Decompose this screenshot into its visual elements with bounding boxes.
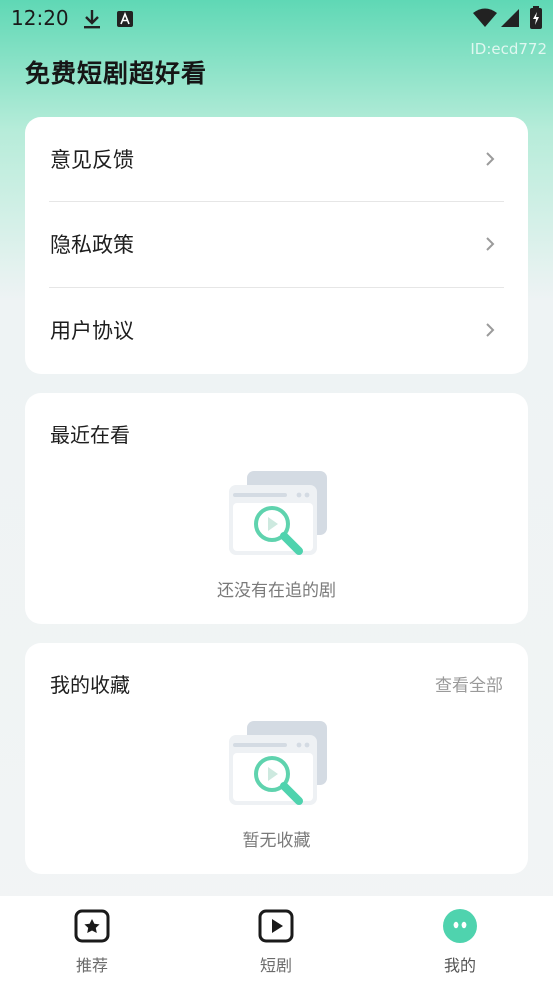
favorites-card: 我的收藏 查看全部 暂无收藏 xyxy=(25,643,528,874)
tab-label: 推荐 xyxy=(75,956,108,975)
tab-label: 我的 xyxy=(443,956,476,975)
page-title: 免费短剧超好看 xyxy=(25,59,208,88)
tab-short-drama[interactable]: 短剧 xyxy=(184,896,368,984)
empty-state-text: 还没有在追的剧 xyxy=(217,581,336,601)
chevron-right-icon xyxy=(486,152,495,166)
menu-item-label: 隐私政策 xyxy=(50,233,134,257)
star-tv-icon xyxy=(74,909,110,943)
section-title: 我的收藏 xyxy=(50,673,130,697)
menu-item-feedback[interactable]: 意见反馈 xyxy=(25,117,528,202)
watermark-id: ID:ecd772 xyxy=(470,40,547,58)
chevron-right-icon xyxy=(486,237,495,251)
chevron-right-icon xyxy=(486,323,495,337)
status-time: 12:20 xyxy=(11,6,69,30)
bottom-tab-bar: 推荐 短剧 我的 xyxy=(0,896,553,984)
recent-watching-card: 最近在看 还没有在追的剧 xyxy=(25,393,528,624)
face-icon xyxy=(443,909,477,943)
settings-menu-card: 意见反馈 隐私政策 用户协议 xyxy=(25,117,528,374)
menu-item-label: 意见反馈 xyxy=(50,148,134,172)
tab-label: 短剧 xyxy=(259,956,292,975)
menu-item-user-agreement[interactable]: 用户协议 xyxy=(25,288,528,373)
section-title: 最近在看 xyxy=(50,423,130,447)
signal-icon xyxy=(501,9,519,27)
tab-recommend[interactable]: 推荐 xyxy=(0,896,184,984)
play-icon xyxy=(258,909,294,943)
app-notification-icon xyxy=(117,11,133,27)
view-all-link[interactable]: 查看全部 xyxy=(435,671,503,696)
menu-item-label: 用户协议 xyxy=(50,319,134,343)
battery-charging-icon xyxy=(530,6,542,29)
empty-search-video-icon xyxy=(229,471,327,555)
empty-search-video-icon xyxy=(229,721,327,805)
menu-item-privacy[interactable]: 隐私政策 xyxy=(25,202,528,287)
status-bar: 12:20 xyxy=(0,0,553,38)
empty-state-text: 暂无收藏 xyxy=(242,831,311,851)
download-icon xyxy=(84,10,100,29)
wifi-icon xyxy=(473,8,497,27)
tab-mine[interactable]: 我的 xyxy=(368,896,552,984)
